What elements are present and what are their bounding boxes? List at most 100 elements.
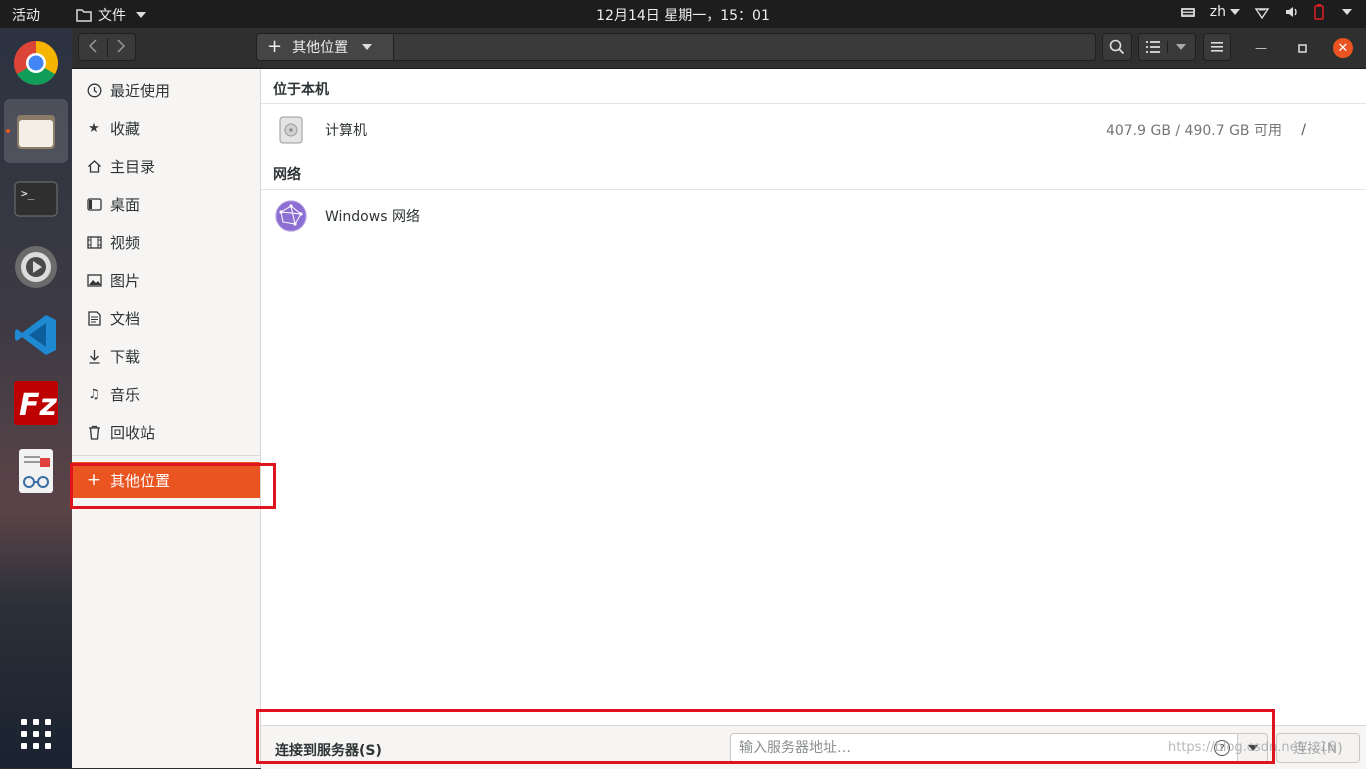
server-address-input[interactable] [730, 733, 1238, 763]
activities-button[interactable]: 活动 [12, 5, 40, 25]
disk-usage: 407.9 GB / 490.7 GB 可用 [1105, 123, 1282, 139]
input-method-menu[interactable]: zh [1210, 4, 1240, 20]
sidebar-item-label: 音乐 [110, 385, 141, 404]
minimize-button[interactable]: — [1251, 38, 1271, 58]
sidebar-item-label: 文档 [110, 309, 141, 328]
header-bar: + 其他位置 — ✕ [72, 28, 1366, 69]
path-bar: + 其他位置 [256, 33, 1096, 61]
menu-button[interactable] [1203, 33, 1231, 61]
location-name: 计算机 [325, 123, 367, 139]
music-icon: ♫ [88, 386, 100, 402]
sidebar-item-label: 最近使用 [110, 81, 171, 100]
other-locations-view: 位于本机 计算机 407.9 GB / 490.7 GB 可用 / 网络 Win… [261, 69, 1366, 725]
watermark: https://blog.csdn.net/...16 [1168, 740, 1336, 755]
sidebar-item-pictures[interactable]: 图片 [72, 262, 260, 298]
video-icon [86, 234, 102, 250]
volume-icon[interactable] [1284, 5, 1300, 19]
dock-chrome[interactable] [4, 31, 68, 95]
dock-filezilla[interactable]: Fz [4, 371, 68, 435]
path-crumb-other-locations[interactable]: + 其他位置 [257, 34, 394, 60]
show-applications-button[interactable] [4, 702, 68, 766]
clock-icon [86, 82, 102, 98]
dock-vscode[interactable] [4, 303, 68, 367]
section-title-network: 网络 [273, 167, 301, 183]
settings-icon [15, 246, 57, 288]
sidebar-item-starred[interactable]: ★ 收藏 [72, 110, 260, 146]
connect-to-server-label: 连接到服务器(S) [275, 743, 382, 759]
sidebar-separator [72, 455, 260, 456]
image-icon [86, 272, 102, 288]
svg-text:Fz: Fz [19, 388, 57, 423]
sidebar-item-trash[interactable]: 回收站 [72, 414, 260, 450]
app-menu[interactable]: 文件 [76, 5, 146, 25]
chevron-left-icon [88, 38, 97, 53]
dock-terminal[interactable]: >_ [4, 167, 68, 231]
close-button[interactable]: ✕ [1333, 38, 1353, 58]
clock[interactable]: 12月14日 星期一，15：01 [596, 8, 770, 24]
chevron-down-icon [1230, 9, 1240, 15]
sidebar-item-label: 收藏 [110, 119, 141, 138]
sidebar-item-label: 视频 [110, 233, 141, 252]
search-button[interactable] [1102, 33, 1132, 61]
location-row-windows-network[interactable]: Windows 网络 [261, 190, 1366, 242]
sidebar-item-recent[interactable]: 最近使用 [72, 72, 260, 108]
maximize-icon [1297, 43, 1307, 53]
files-icon [17, 115, 55, 149]
folder-icon [76, 9, 92, 22]
sidebar-item-videos[interactable]: 视频 [72, 224, 260, 260]
chevron-down-icon [362, 44, 373, 50]
app-menu-label: 文件 [98, 8, 126, 24]
location-name: Windows 网络 [325, 209, 420, 225]
list-view-button[interactable] [1139, 41, 1168, 53]
nav-buttons [78, 33, 136, 61]
back-button[interactable] [79, 37, 108, 57]
chevron-right-icon [117, 38, 126, 53]
sidebar-item-label: 其他位置 [110, 471, 171, 490]
sidebar-item-label: 桌面 [110, 195, 141, 214]
list-view-icon [1145, 41, 1160, 53]
system-menu-chevron-icon[interactable] [1342, 9, 1352, 15]
filezilla-icon: Fz [14, 381, 58, 425]
view-options-button[interactable] [1168, 44, 1196, 50]
sidebar-item-music[interactable]: ♫ 音乐 [72, 376, 260, 412]
sidebar-item-home[interactable]: 主目录 [72, 148, 260, 184]
keyboard-icon[interactable] [1180, 6, 1196, 18]
dock-files[interactable] [4, 99, 68, 163]
download-icon [86, 348, 102, 364]
svg-text:>_: >_ [21, 187, 35, 200]
dock-document-viewer[interactable] [4, 439, 68, 503]
dock-settings[interactable] [4, 235, 68, 299]
home-icon [86, 158, 102, 174]
chrome-icon [14, 41, 58, 85]
plus-icon: + [267, 36, 283, 57]
vscode-icon [15, 315, 56, 355]
sidebar-item-downloads[interactable]: 下载 [72, 338, 260, 374]
location-row-computer[interactable]: 计算机 407.9 GB / 490.7 GB 可用 / [261, 104, 1366, 156]
maximize-button[interactable] [1292, 38, 1312, 58]
sidebar: 最近使用 ★ 收藏 主目录 桌面 视频 图片 文档 下载 ♫ 音乐 回收站 + … [72, 69, 261, 768]
sidebar-item-desktop[interactable]: 桌面 [72, 186, 260, 222]
sidebar-item-label: 主目录 [110, 157, 156, 176]
plus-icon: + [86, 470, 102, 490]
star-icon: ★ [88, 120, 100, 136]
path-crumb-label: 其他位置 [292, 40, 349, 56]
forward-button[interactable] [108, 38, 136, 57]
search-icon [1109, 39, 1125, 55]
sidebar-item-label: 回收站 [110, 423, 156, 442]
terminal-icon: >_ [14, 181, 58, 217]
view-switcher [1138, 33, 1196, 61]
document-icon [86, 310, 102, 326]
sidebar-item-label: 下载 [110, 347, 141, 366]
network-globe-icon [275, 200, 307, 232]
battery-icon[interactable] [1314, 4, 1324, 20]
network-icon[interactable] [1254, 5, 1270, 19]
top-bar: 活动 文件 12月14日 星期一，15：01 zh [0, 0, 1366, 28]
chevron-down-icon [136, 12, 146, 18]
sidebar-item-documents[interactable]: 文档 [72, 300, 260, 336]
dock: >_ Fz [0, 28, 72, 768]
minimize-icon: — [1255, 41, 1267, 55]
app-grid-icon [21, 719, 51, 749]
close-icon: ✕ [1337, 40, 1349, 56]
hard-drive-icon [279, 116, 303, 144]
sidebar-item-other-locations[interactable]: + 其他位置 [72, 462, 260, 498]
